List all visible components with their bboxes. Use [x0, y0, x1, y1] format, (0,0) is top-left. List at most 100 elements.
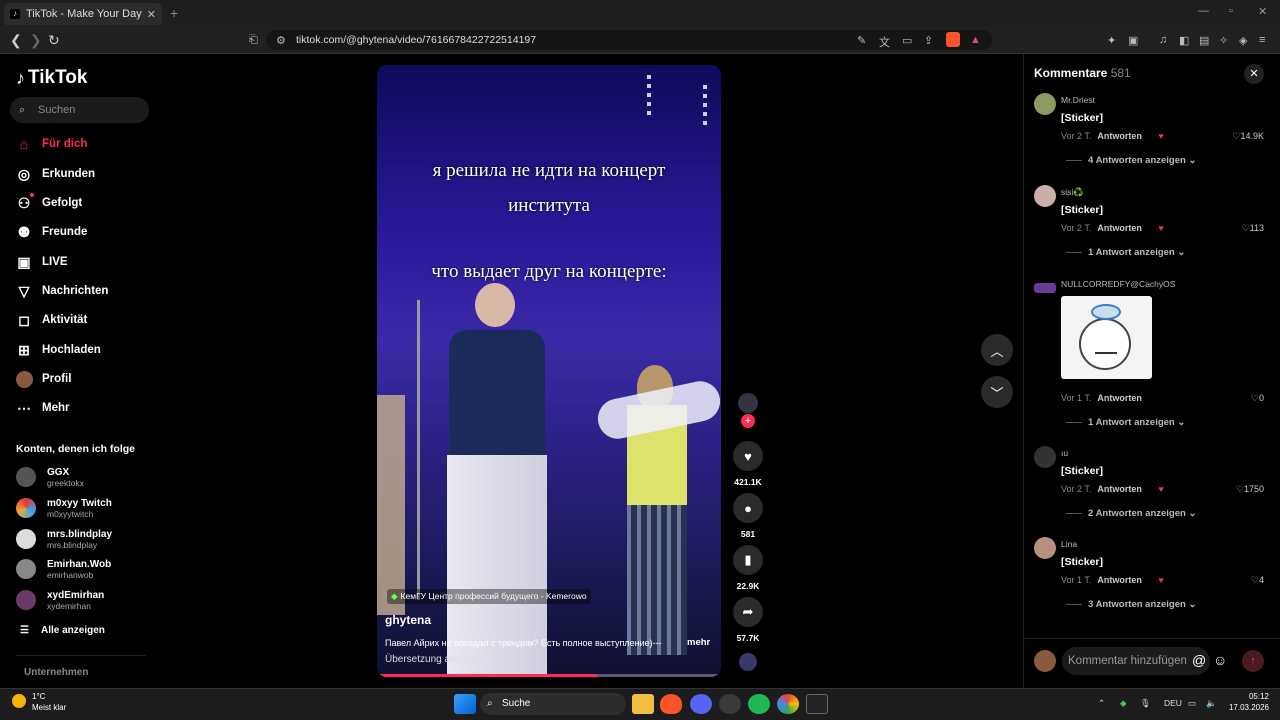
brave-browser-icon[interactable] [660, 694, 682, 714]
tiktok-logo[interactable]: ♪ TikTok [16, 67, 87, 89]
nav-explore[interactable]: ◎ Erkunden [14, 162, 154, 186]
following-account[interactable]: xydEmirhan xydemirhan [16, 586, 156, 614]
comment-like-button[interactable]: ♡4 [1251, 575, 1264, 586]
steam-icon[interactable] [719, 694, 741, 714]
language-indicator[interactable]: DEU [1164, 698, 1182, 708]
view-replies-button[interactable]: 1 Antwort anzeigen ⌄ [1066, 247, 1185, 258]
mention-icon[interactable]: @ [1192, 652, 1206, 668]
send-arrow-icon[interactable]: ↑ [1242, 650, 1264, 672]
author-avatar[interactable] [738, 393, 758, 413]
brave-shield-icon[interactable] [946, 32, 960, 47]
following-account[interactable]: Emirhan.Wob emirhanwob [16, 555, 156, 583]
reply-button[interactable]: Antworten [1097, 223, 1142, 233]
translate-link[interactable]: Übersetzung anzeigen [385, 654, 485, 665]
avatar[interactable] [1034, 93, 1056, 115]
weather-widget[interactable]: 1°C Meist klar [12, 692, 66, 712]
search-input[interactable]: ⌕ Suchen [10, 97, 149, 123]
share-icon[interactable]: ⇪ [924, 34, 933, 47]
nav-following[interactable]: ⚇ Gefolgt [14, 191, 154, 215]
share-action[interactable]: ➦ 57.7K [733, 597, 763, 643]
sticker-image[interactable] [1061, 296, 1152, 379]
emoji-icon[interactable]: ☺ [1213, 652, 1227, 668]
clock[interactable]: 05:12 17.03.2026 [1225, 692, 1269, 712]
view-replies-button[interactable]: 2 Antworten anzeigen ⌄ [1066, 508, 1196, 519]
reply-button[interactable]: Antworten [1097, 393, 1142, 403]
nav-more[interactable]: ⋯ Mehr [14, 396, 154, 420]
new-tab-button[interactable]: + [170, 5, 178, 21]
nav-upload[interactable]: ⊞ Hochladen [14, 338, 154, 362]
file-explorer-icon[interactable] [632, 694, 654, 714]
reply-button[interactable]: Antworten [1097, 131, 1142, 141]
no-translate-icon[interactable]: ✎ [857, 34, 866, 47]
forward-icon[interactable]: ❯ [30, 32, 42, 49]
nav-activity[interactable]: ◻ Aktivität [14, 308, 154, 332]
avatar[interactable] [1034, 537, 1056, 559]
nav-friends[interactable]: ⚉ Freunde [14, 220, 154, 244]
comment-like-button[interactable]: ♡113 [1242, 223, 1264, 234]
avatar[interactable] [1034, 185, 1056, 207]
translate-icon[interactable]: 文 [879, 34, 890, 50]
comment-user[interactable]: Lina [1061, 539, 1077, 549]
minimize-icon[interactable]: — [1198, 5, 1209, 17]
window-close-icon[interactable]: ✕ [1258, 5, 1267, 18]
follow-plus-icon[interactable]: + [741, 414, 755, 428]
progress-bar[interactable] [377, 674, 721, 677]
save-action[interactable]: ▮ 22.9K [733, 545, 763, 591]
comment-user[interactable]: NULLCORREDFY@CachyOS [1061, 279, 1175, 289]
spotify-icon[interactable] [748, 694, 770, 714]
like-action[interactable]: ♥ 421.1K [733, 441, 763, 487]
vpn-icon[interactable]: ◈ [1239, 34, 1247, 47]
company-link[interactable]: Unternehmen [24, 667, 88, 678]
comment-action[interactable]: ● 581 [733, 493, 763, 539]
back-icon[interactable]: ❮ [10, 32, 22, 49]
comment-like-button[interactable]: ♡0 [1251, 393, 1264, 404]
leo-ai-icon[interactable]: ✧ [1219, 34, 1228, 47]
show-all-link[interactable]: ☰ Alle anzeigen [20, 625, 105, 636]
comment-like-button[interactable]: ♡1750 [1236, 484, 1264, 495]
nav-for-you[interactable]: ⌂ Für dich [14, 132, 154, 156]
screenshot-icon[interactable]: ▣ [1128, 34, 1138, 47]
microphone-icon[interactable]: 🎙 [1140, 698, 1151, 709]
comment-input[interactable]: Kommentar hinzufügen [1062, 647, 1210, 675]
cast-icon[interactable]: ▭ [902, 34, 912, 47]
discord-icon[interactable] [690, 694, 712, 714]
following-account[interactable]: GGX greektokx [16, 463, 156, 491]
reload-icon[interactable]: ↻ [48, 32, 60, 49]
tray-app-icon[interactable]: ◆ [1120, 698, 1127, 709]
video-author[interactable]: ghytena [385, 613, 431, 627]
reply-button[interactable]: Antworten [1097, 484, 1142, 494]
avatar[interactable] [1034, 283, 1056, 293]
network-icon[interactable]: ▭ [1188, 698, 1196, 709]
tray-chevron-icon[interactable]: ⌃ [1098, 698, 1105, 709]
tab-close-icon[interactable]: ✕ [147, 8, 156, 21]
epic-games-icon[interactable] [806, 694, 828, 714]
wallet-icon[interactable]: ▤ [1199, 34, 1209, 47]
comment-user[interactable]: ıu [1061, 448, 1068, 458]
video-player[interactable]: я решила не идти на концерт института чт… [377, 65, 721, 677]
music-disc-icon[interactable] [739, 653, 757, 671]
comment-like-button[interactable]: ♡14.9K [1232, 131, 1264, 142]
bookmark-icon[interactable]: ⎗ [249, 34, 258, 47]
following-account[interactable]: mrs.blindplay mrs.blindplay [16, 525, 156, 553]
nav-messages[interactable]: ▽ Nachrichten [14, 279, 154, 303]
view-replies-button[interactable]: 4 Antworten anzeigen ⌄ [1066, 155, 1196, 166]
previous-video-button[interactable]: ︿ [981, 334, 1013, 366]
chrome-icon[interactable] [777, 694, 799, 714]
taskbar-search[interactable]: ⌕ Suche [480, 693, 626, 715]
site-info-icon[interactable]: ⚙ [276, 34, 286, 47]
maximize-icon[interactable]: ▫ [1229, 5, 1233, 17]
nav-live[interactable]: ▣ LIVE [14, 250, 154, 274]
browser-tab[interactable]: ♪ TikTok - Make Your Day ✕ [4, 3, 162, 25]
comment-user[interactable]: Mr.Driest [1061, 95, 1095, 105]
view-replies-button[interactable]: 1 Antwort anzeigen ⌄ [1066, 417, 1185, 428]
next-video-button[interactable]: ﹀ [981, 376, 1013, 408]
media-icon[interactable]: ♫ [1159, 34, 1167, 46]
sidebar-toggle-icon[interactable]: ◧ [1179, 34, 1189, 47]
view-replies-button[interactable]: 3 Antworten anzeigen ⌄ [1066, 599, 1196, 610]
extensions-icon[interactable]: ✦ [1107, 34, 1116, 47]
location-tag[interactable]: ◆ КемГУ Центр профессий будущего - Kemero… [387, 589, 591, 604]
close-comments-icon[interactable]: ✕ [1244, 64, 1264, 84]
volume-icon[interactable]: 🔈 [1206, 698, 1217, 709]
more-link[interactable]: mehr [687, 637, 710, 648]
nav-profile[interactable]: Profil [14, 367, 154, 391]
